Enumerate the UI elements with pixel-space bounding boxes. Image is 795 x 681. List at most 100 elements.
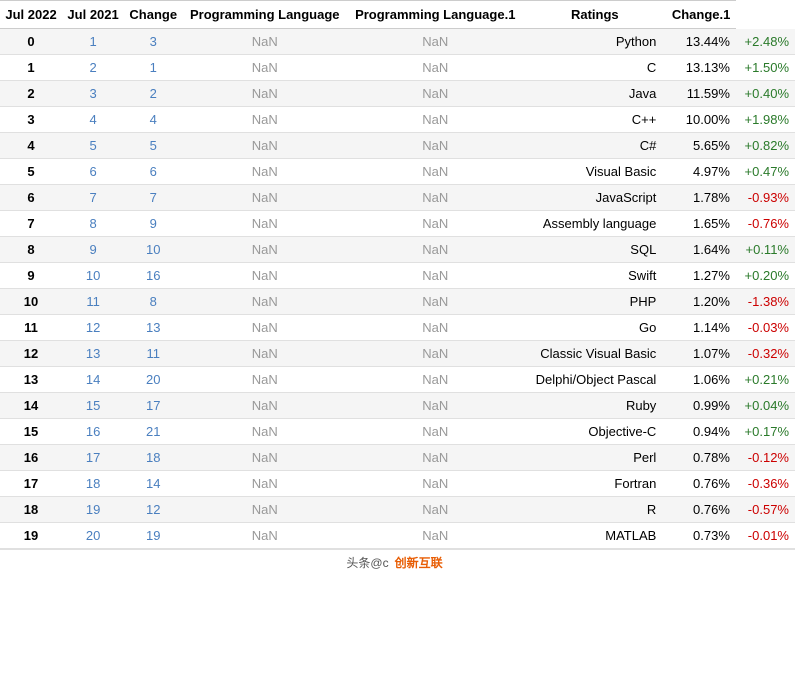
- cell-prog-lang: NaN: [347, 289, 523, 315]
- cell-change: NaN: [182, 81, 347, 107]
- cell-ratings: 1.20%: [666, 289, 736, 315]
- table-row: 121NaNNaNC13.13%+1.50%: [0, 55, 795, 81]
- cell-prog-lang1: SQL: [523, 237, 666, 263]
- cell-change1: +0.40%: [736, 81, 795, 107]
- cell-index: 3: [0, 107, 62, 133]
- cell-ratings: 0.94%: [666, 419, 736, 445]
- cell-jul2021: 5: [124, 133, 182, 159]
- cell-ratings: 1.14%: [666, 315, 736, 341]
- table-row: 013NaNNaNPython13.44%+2.48%: [0, 29, 795, 55]
- cell-change1: +0.04%: [736, 393, 795, 419]
- cell-jul2021: 18: [124, 445, 182, 471]
- cell-prog-lang1: Java: [523, 81, 666, 107]
- cell-change: NaN: [182, 133, 347, 159]
- cell-index: 2: [0, 81, 62, 107]
- table-row: 111213NaNNaNGo1.14%-0.03%: [0, 315, 795, 341]
- cell-prog-lang1: Objective-C: [523, 419, 666, 445]
- cell-change: NaN: [182, 367, 347, 393]
- cell-change: NaN: [182, 393, 347, 419]
- table-row: 192019NaNNaNMATLAB0.73%-0.01%: [0, 523, 795, 549]
- cell-change: NaN: [182, 29, 347, 55]
- cell-prog-lang: NaN: [347, 159, 523, 185]
- cell-ratings: 1.07%: [666, 341, 736, 367]
- cell-change: NaN: [182, 237, 347, 263]
- cell-prog-lang1: JavaScript: [523, 185, 666, 211]
- cell-jul2022: 15: [62, 393, 124, 419]
- cell-index: 10: [0, 289, 62, 315]
- cell-index: 18: [0, 497, 62, 523]
- table-row: 161718NaNNaNPerl0.78%-0.12%: [0, 445, 795, 471]
- cell-prog-lang: NaN: [347, 55, 523, 81]
- cell-index: 12: [0, 341, 62, 367]
- cell-change: NaN: [182, 497, 347, 523]
- cell-prog-lang: NaN: [347, 523, 523, 549]
- cell-change: NaN: [182, 185, 347, 211]
- cell-jul2022: 10: [62, 263, 124, 289]
- table-row: 455NaNNaNC#5.65%+0.82%: [0, 133, 795, 159]
- cell-change1: +2.48%: [736, 29, 795, 55]
- cell-jul2022: 12: [62, 315, 124, 341]
- cell-jul2021: 3: [124, 29, 182, 55]
- cell-change1: +0.47%: [736, 159, 795, 185]
- table-row: 151621NaNNaNObjective-C0.94%+0.17%: [0, 419, 795, 445]
- cell-prog-lang1: C++: [523, 107, 666, 133]
- cell-jul2021: 6: [124, 159, 182, 185]
- table-row: 344NaNNaNC++10.00%+1.98%: [0, 107, 795, 133]
- cell-index: 5: [0, 159, 62, 185]
- cell-prog-lang1: Visual Basic: [523, 159, 666, 185]
- cell-jul2022: 1: [62, 29, 124, 55]
- cell-change: NaN: [182, 445, 347, 471]
- table-row: 232NaNNaNJava11.59%+0.40%: [0, 81, 795, 107]
- cell-ratings: 11.59%: [666, 81, 736, 107]
- table-row: 10118NaNNaNPHP1.20%-1.38%: [0, 289, 795, 315]
- cell-change: NaN: [182, 523, 347, 549]
- cell-prog-lang: NaN: [347, 445, 523, 471]
- cell-ratings: 1.78%: [666, 185, 736, 211]
- cell-prog-lang: NaN: [347, 471, 523, 497]
- cell-jul2021: 17: [124, 393, 182, 419]
- cell-change1: +0.82%: [736, 133, 795, 159]
- cell-jul2021: 9: [124, 211, 182, 237]
- cell-index: 13: [0, 367, 62, 393]
- cell-jul2021: 7: [124, 185, 182, 211]
- cell-ratings: 13.13%: [666, 55, 736, 81]
- cell-jul2021: 8: [124, 289, 182, 315]
- cell-change1: +0.11%: [736, 237, 795, 263]
- cell-prog-lang: NaN: [347, 211, 523, 237]
- cell-prog-lang1: C: [523, 55, 666, 81]
- table-row: 171814NaNNaNFortran0.76%-0.36%: [0, 471, 795, 497]
- cell-ratings: 5.65%: [666, 133, 736, 159]
- cell-index: 4: [0, 133, 62, 159]
- cell-prog-lang: NaN: [347, 29, 523, 55]
- cell-prog-lang1: Go: [523, 315, 666, 341]
- cell-prog-lang: NaN: [347, 133, 523, 159]
- cell-jul2021: 12: [124, 497, 182, 523]
- table-header-row: Jul 2022 Jul 2021 Change Programming Lan…: [0, 1, 795, 29]
- cell-prog-lang: NaN: [347, 315, 523, 341]
- cell-prog-lang: NaN: [347, 237, 523, 263]
- cell-change: NaN: [182, 315, 347, 341]
- table-row: 141517NaNNaNRuby0.99%+0.04%: [0, 393, 795, 419]
- cell-prog-lang1: PHP: [523, 289, 666, 315]
- cell-prog-lang: NaN: [347, 367, 523, 393]
- cell-ratings: 10.00%: [666, 107, 736, 133]
- cell-jul2022: 20: [62, 523, 124, 549]
- cell-change1: +1.98%: [736, 107, 795, 133]
- cell-prog-lang: NaN: [347, 185, 523, 211]
- cell-jul2021: 16: [124, 263, 182, 289]
- cell-index: 11: [0, 315, 62, 341]
- cell-ratings: 1.65%: [666, 211, 736, 237]
- cell-index: 14: [0, 393, 62, 419]
- cell-jul2022: 18: [62, 471, 124, 497]
- header-jul2021: Jul 2021: [62, 1, 124, 29]
- table-row: 677NaNNaNJavaScript1.78%-0.93%: [0, 185, 795, 211]
- table-row: 181912NaNNaNR0.76%-0.57%: [0, 497, 795, 523]
- cell-prog-lang: NaN: [347, 393, 523, 419]
- cell-prog-lang: NaN: [347, 497, 523, 523]
- header-change1: Change.1: [666, 1, 736, 29]
- cell-prog-lang1: Swift: [523, 263, 666, 289]
- cell-ratings: 0.76%: [666, 497, 736, 523]
- cell-change1: -0.36%: [736, 471, 795, 497]
- cell-jul2022: 11: [62, 289, 124, 315]
- cell-jul2022: 3: [62, 81, 124, 107]
